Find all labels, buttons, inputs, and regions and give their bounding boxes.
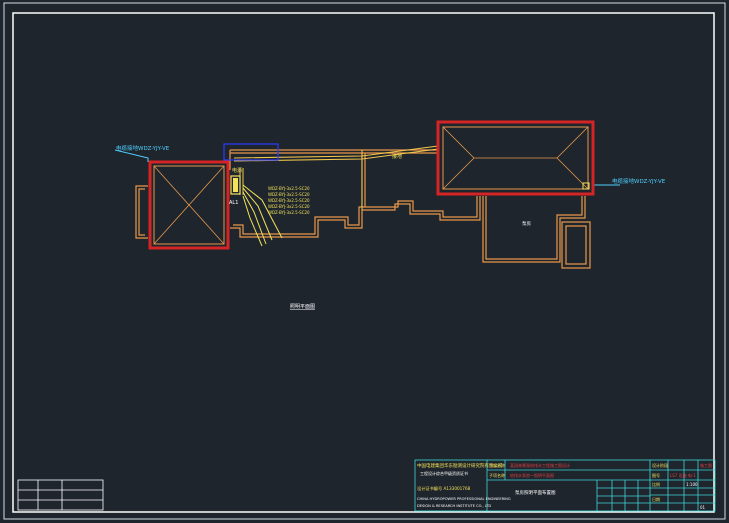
wiring-note: WDZ-BYJ-3x2.5-SC20 bbox=[268, 204, 310, 209]
view-label: 照明平面图 bbox=[290, 304, 315, 310]
left-roof-room[interactable] bbox=[148, 160, 230, 250]
subproject-header: 子项名称 bbox=[489, 472, 505, 478]
sheet-number: 01 bbox=[700, 505, 706, 510]
project-header: 工程名称 bbox=[489, 462, 505, 468]
scale-header: 比例 bbox=[652, 481, 660, 487]
breaker-label: 电源 bbox=[232, 167, 242, 174]
stage-value: 施工图 bbox=[700, 462, 712, 468]
right-cable-label: 电缆接地WDZ-YJY-VE bbox=[612, 177, 666, 185]
wiring-note: WDZ-BYJ-3x2.5-SC20 bbox=[268, 198, 310, 203]
number-header: 图号 bbox=[652, 472, 660, 478]
room-label: 泵房 bbox=[522, 220, 531, 227]
sheet-inner-border bbox=[12, 12, 715, 513]
project-name: 某园林景观给排水工程施工图设计 bbox=[510, 462, 570, 468]
company-license: 设计证书编号 A133001768 bbox=[417, 485, 471, 492]
sheet-outer-border bbox=[3, 2, 726, 520]
panel-label: AL1 bbox=[229, 200, 238, 206]
building-walls bbox=[135, 149, 591, 269]
stage-header: 设计阶段 bbox=[652, 462, 668, 468]
wiring-note: WDZ-BYJ-3x2.5-SC20 bbox=[268, 186, 310, 191]
drawing-name: 泵房照明平面布置图 bbox=[515, 489, 556, 496]
scale-value: 1:100 bbox=[686, 482, 698, 487]
revision-block bbox=[17, 479, 104, 511]
date-header: 日期 bbox=[652, 496, 660, 502]
wiring-note: WDZ-BYJ-3x2.5-SC20 bbox=[268, 192, 310, 197]
company-qualification: 工程设计综合甲级资质证书 bbox=[420, 470, 468, 476]
cad-drawing-canvas[interactable]: 电缆接地WDZ-YJY-VE 电缆接地WDZ-YJY-VE AL1 电源 接地 … bbox=[0, 0, 729, 523]
number-value: LS7 设施 电-1 bbox=[670, 472, 696, 478]
connector-label: 接地 bbox=[392, 153, 402, 160]
subproject-name: 给排水泵房—照明平面图 bbox=[510, 472, 554, 478]
company-name-en: CHINA HYDROPOWER PROFESSIONAL ENGINEERIN… bbox=[417, 497, 511, 501]
company-name-en: DESIGN & RESEARCH INSTITUTE CO., LTD bbox=[417, 504, 491, 508]
distribution-panel-fill bbox=[233, 178, 238, 192]
right-roof-room[interactable] bbox=[436, 120, 595, 196]
left-cable-label: 电缆接地WDZ-YJY-VE bbox=[116, 144, 170, 152]
wiring-note: WDZ-BYJ-3x2.5-SC20 bbox=[268, 210, 310, 215]
